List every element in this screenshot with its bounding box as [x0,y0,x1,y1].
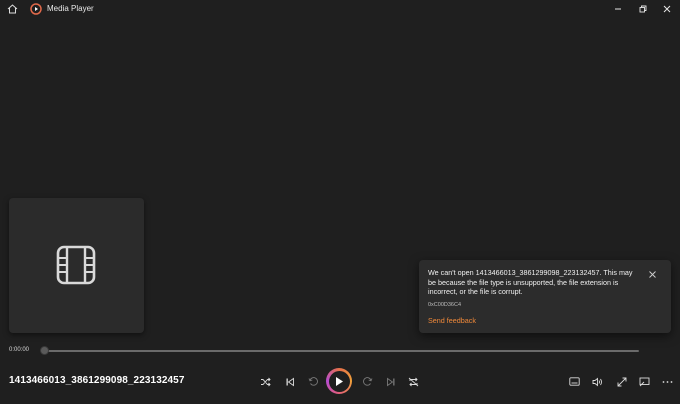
skip-forward-30-icon [363,377,373,386]
title-bar: Media Player [0,0,680,18]
repeat-button[interactable] [407,375,420,388]
volume-icon [592,377,602,386]
mini-player-icon [569,377,580,386]
next-button[interactable] [384,375,397,388]
minimize-icon [615,8,621,10]
dismiss-notification-button[interactable] [647,269,657,279]
send-feedback-link[interactable]: Send feedback [428,316,476,325]
media-player-logo [30,3,42,15]
restore-icon [639,5,647,13]
app-title: Media Player [47,4,94,13]
error-message: We can't open 1413466013_3861299098_2231… [428,268,633,296]
shuffle-button[interactable] [259,375,272,388]
next-icon [386,377,394,386]
now-playing-title: 1413466013_3861299098_223132457 [9,375,185,386]
fullscreen-button[interactable] [615,375,628,388]
repeat-icon [408,377,419,386]
more-options-button[interactable] [661,375,674,388]
previous-icon [286,377,294,386]
play-button-inner [328,370,350,392]
close-button[interactable] [658,2,676,16]
close-icon [648,270,656,278]
close-icon [663,5,671,13]
skip-back-button[interactable] [307,375,320,388]
minimize-button[interactable] [609,2,627,16]
cast-button[interactable] [638,375,651,388]
volume-button[interactable] [591,375,604,388]
shuffle-icon [261,377,271,386]
mini-player-button[interactable] [568,375,581,388]
skip-forward-button[interactable] [361,375,374,388]
play-button[interactable] [326,368,352,394]
current-time: 0:00:00 [9,347,30,353]
cast-icon [639,377,650,386]
fullscreen-icon [617,377,626,386]
seek-bar[interactable] [44,350,639,352]
play-icon [336,376,343,386]
seek-handle[interactable] [40,346,49,355]
previous-button[interactable] [283,375,296,388]
video-file-icon [56,245,96,285]
restore-button[interactable] [634,2,652,16]
home-button[interactable] [5,3,19,15]
home-icon [7,4,17,14]
error-code: 0xC00D36C4 [428,302,462,308]
skip-back-10-icon [308,377,318,386]
more-icon [662,380,673,383]
error-notification: We can't open 1413466013_3861299098_2231… [419,260,671,333]
